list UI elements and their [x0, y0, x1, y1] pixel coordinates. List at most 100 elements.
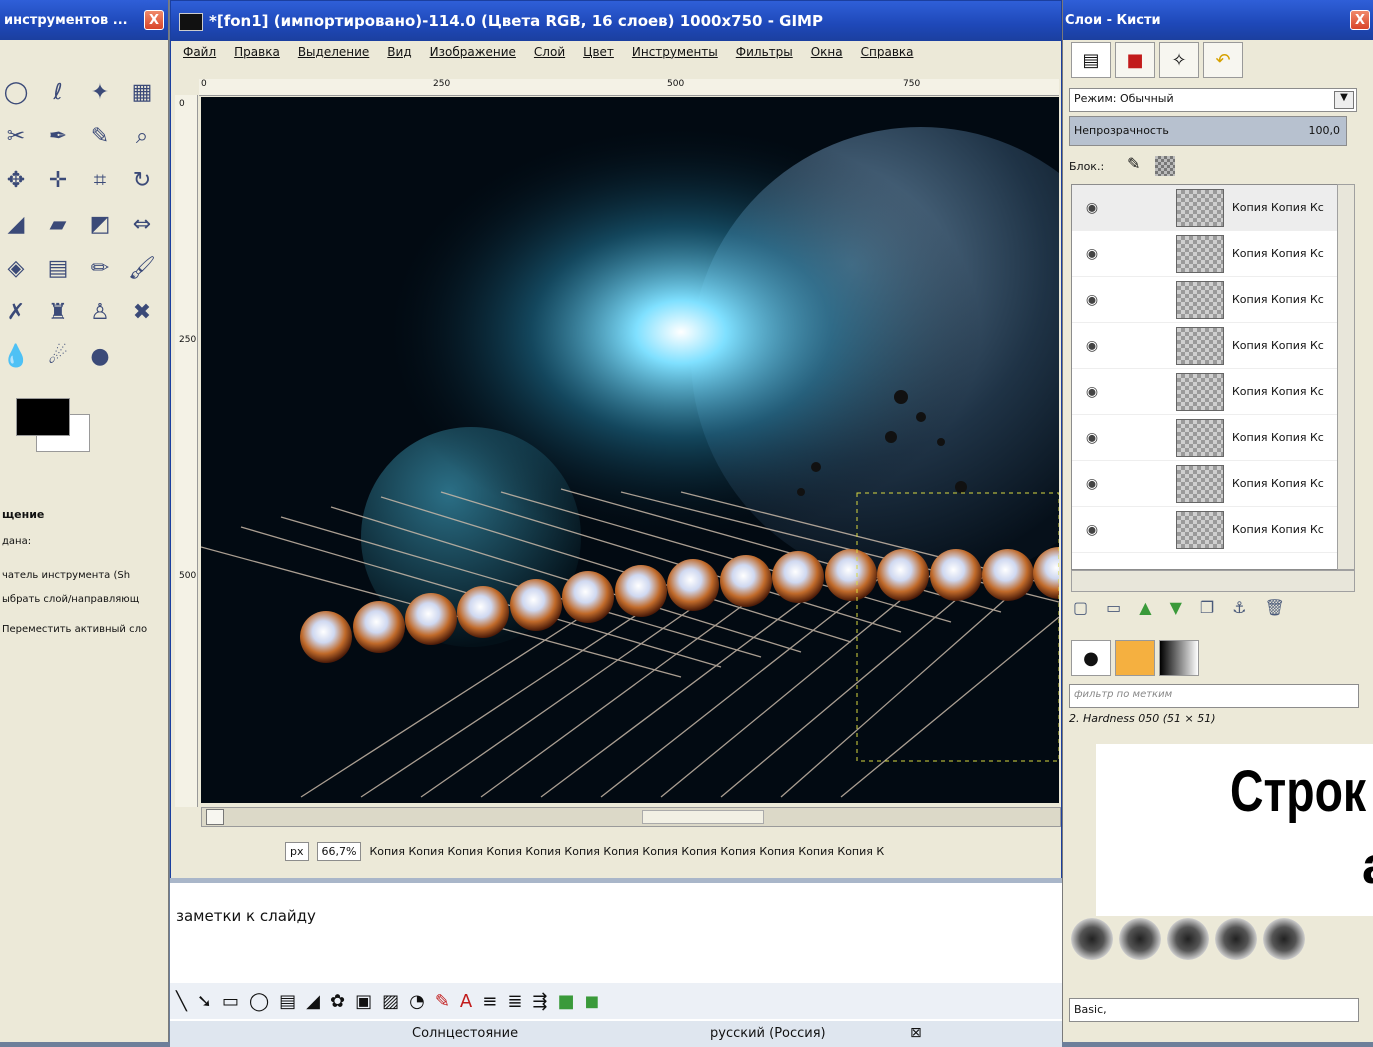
clone-icon[interactable]: ✖	[126, 296, 158, 328]
layer-group-icon[interactable]: ▭	[1106, 598, 1121, 617]
diagram-icon[interactable]: ✿	[330, 991, 345, 1012]
smudge-icon[interactable]: ☄	[42, 340, 74, 372]
airbrush-icon[interactable]: ♜	[42, 296, 74, 328]
raise-layer-icon[interactable]: ▲	[1139, 598, 1151, 617]
toolbox-titlebar[interactable]: инструментов ... X	[0, 0, 168, 40]
dash-style-icon[interactable]: ≣	[507, 991, 522, 1012]
tab-layers-icon[interactable]: ▤	[1071, 42, 1111, 78]
eye-icon[interactable]: ◉	[1072, 522, 1112, 538]
spellcheck-icon[interactable]: ⊠	[910, 1025, 922, 1041]
duplicate-layer-icon[interactable]: ❐	[1200, 598, 1214, 617]
trash-icon[interactable]: 🗑	[1265, 598, 1285, 617]
scroll-thumb[interactable]	[642, 810, 764, 824]
layer-row[interactable]: ◉ Копия Копия Кс	[1072, 231, 1338, 277]
brush-item[interactable]	[1263, 918, 1305, 960]
menu-windows[interactable]: Окна	[811, 45, 843, 59]
menu-image[interactable]: Изображение	[430, 45, 516, 59]
menu-tools[interactable]: Инструменты	[632, 45, 718, 59]
dock-close-button[interactable]: X	[1350, 10, 1370, 30]
mode-select[interactable]: Режим: Обычный ▼	[1069, 88, 1357, 112]
horizontal-scrollbar[interactable]	[201, 807, 1061, 827]
menu-color[interactable]: Цвет	[583, 45, 614, 59]
perspective-icon[interactable]: ◩	[84, 208, 116, 240]
layer-row[interactable]: ◉ Копия Копия Кс	[1072, 277, 1338, 323]
layer-row[interactable]: ◉ Копия Копия Кс	[1072, 323, 1338, 369]
oval-icon[interactable]: ◯	[249, 991, 269, 1012]
unit-select[interactable]: px	[285, 841, 309, 861]
menu-file[interactable]: Файл	[183, 45, 216, 59]
paths-icon[interactable]: ✒	[42, 120, 74, 152]
eye-icon[interactable]: ◉	[1072, 246, 1112, 262]
tab-undo-icon[interactable]: ↶	[1203, 42, 1243, 78]
eye-icon[interactable]: ◉	[1072, 476, 1112, 492]
toolbox-close-button[interactable]: X	[144, 10, 164, 30]
ink-icon[interactable]: ♙	[84, 296, 116, 328]
option-pick-layer[interactable]: ыбрать слой/направляющ	[2, 594, 139, 605]
brush-item[interactable]	[1215, 918, 1257, 960]
layers-vscroll[interactable]	[1337, 184, 1355, 570]
rectangle-icon[interactable]: ▭	[222, 991, 239, 1012]
picture-icon[interactable]: ▨	[382, 991, 399, 1012]
tab-channels-icon[interactable]: ■	[1115, 42, 1155, 78]
dodge-burn-icon[interactable]: ●	[84, 340, 116, 372]
clipart-icon[interactable]: ▣	[355, 991, 372, 1012]
arrow-style-icon[interactable]: ⇶	[532, 991, 547, 1012]
layer-row[interactable]: ◉ Копия Копия Кс	[1072, 507, 1338, 553]
tab-patterns-icon[interactable]	[1115, 640, 1155, 676]
shadow-icon[interactable]: ■	[558, 991, 575, 1012]
zoom-select[interactable]: 66,7%	[316, 841, 362, 861]
blend-icon[interactable]: ▤	[42, 252, 74, 284]
eye-icon[interactable]: ◉	[1072, 430, 1112, 446]
textbox-icon[interactable]: ▤	[279, 991, 296, 1012]
color-picker-icon[interactable]: ✎	[84, 120, 116, 152]
image-titlebar[interactable]: *[fon1] (импортировано)-114.0 (Цвета RGB…	[171, 1, 1061, 41]
lower-layer-icon[interactable]: ▼	[1170, 598, 1182, 617]
flip-icon[interactable]: ⇔	[126, 208, 158, 240]
ellipse-select-icon[interactable]: ◯	[0, 76, 32, 108]
font-color-icon[interactable]: A	[460, 991, 472, 1012]
menu-help[interactable]: Справка	[861, 45, 914, 59]
menu-select[interactable]: Выделение	[298, 45, 369, 59]
crop-icon[interactable]: ⌗	[84, 164, 116, 196]
zoom-icon[interactable]: ⌕	[126, 120, 158, 152]
brush-tag-filter[interactable]: фильтр по метким	[1069, 684, 1359, 708]
line-style-icon[interactable]: ≡	[482, 991, 497, 1012]
layer-row[interactable]: ◉ Копия Копия Кс	[1072, 185, 1338, 231]
image-canvas[interactable]	[201, 97, 1059, 803]
paintbrush-icon[interactable]: 🖌	[126, 252, 158, 284]
eraser-icon[interactable]: ✗	[0, 296, 32, 328]
tab-gradients-icon[interactable]	[1159, 640, 1199, 676]
dock-titlebar[interactable]: Слои - Кисти X	[1063, 0, 1373, 40]
menu-edit[interactable]: Правка	[234, 45, 280, 59]
align-icon[interactable]: ✛	[42, 164, 74, 196]
brush-item[interactable]	[1071, 918, 1113, 960]
fill-color-icon[interactable]: ◔	[409, 991, 425, 1012]
lock-paint-icon[interactable]: ✎	[1127, 154, 1140, 173]
layer-row[interactable]: ◉ Копия Копия Кс	[1072, 415, 1338, 461]
color-select-icon[interactable]: ▦	[126, 76, 158, 108]
shear-icon[interactable]: ▰	[42, 208, 74, 240]
menu-filters[interactable]: Фильтры	[736, 45, 793, 59]
preset-select[interactable]: Basic,	[1069, 998, 1359, 1022]
line-icon[interactable]: ╲	[176, 991, 187, 1012]
menu-view[interactable]: Вид	[387, 45, 411, 59]
eye-icon[interactable]: ◉	[1072, 292, 1112, 308]
layer-row[interactable]: ◉ Копия Копия Кс	[1072, 461, 1338, 507]
eye-icon[interactable]: ◉	[1072, 200, 1112, 216]
layers-hscroll[interactable]	[1071, 570, 1355, 592]
line-color-icon[interactable]: ✎	[435, 991, 450, 1012]
3d-icon[interactable]: ◼	[585, 991, 600, 1012]
foreground-color[interactable]	[16, 398, 70, 436]
scale-icon[interactable]: ◢	[0, 208, 32, 240]
tab-brushes-icon[interactable]: ●	[1071, 640, 1111, 676]
chevron-down-icon[interactable]: ▼	[1334, 91, 1354, 109]
layer-row[interactable]: ◉ Копия Копия Кс	[1072, 369, 1338, 415]
rotate-icon[interactable]: ↻	[126, 164, 158, 196]
anchor-icon[interactable]: ⚓	[1232, 598, 1246, 617]
notes-label[interactable]: заметки к слайду	[176, 907, 316, 925]
move-icon[interactable]: ✥	[0, 164, 32, 196]
brush-item[interactable]	[1167, 918, 1209, 960]
scissors-icon[interactable]: ✂	[0, 120, 32, 152]
arrow-icon[interactable]: ➘	[197, 991, 212, 1012]
new-layer-icon[interactable]: ▢	[1073, 598, 1088, 617]
